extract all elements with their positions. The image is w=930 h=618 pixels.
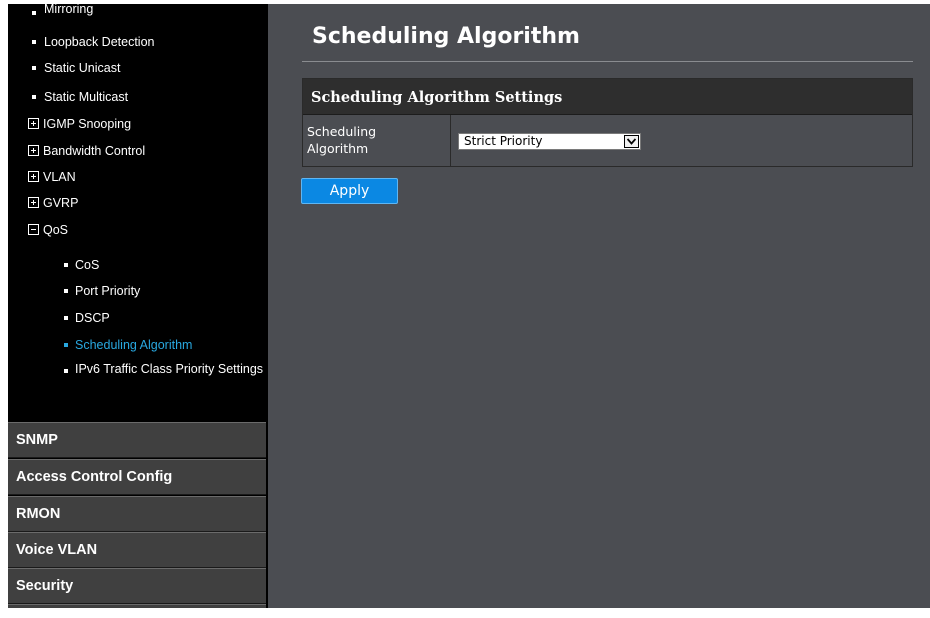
apply-button[interactable]: Apply: [301, 178, 398, 204]
field-label-cell: Scheduling Algorithm: [303, 115, 451, 166]
chevron-down-icon[interactable]: [624, 135, 639, 148]
bullet-icon: [64, 316, 68, 320]
scheduling-algorithm-select[interactable]: Strict Priority: [458, 133, 641, 150]
bullet-icon: [64, 263, 68, 267]
main-content: Scheduling Algorithm Scheduling Algorith…: [268, 4, 930, 608]
sidebar-tree: Mirroring Loopback Detection Static Unic…: [8, 4, 268, 422]
bullet-icon: [32, 95, 36, 99]
bullet-icon: [32, 11, 36, 15]
menu-snmp[interactable]: SNMP: [8, 422, 266, 458]
bullet-icon: [32, 66, 36, 70]
menu-security[interactable]: Security: [8, 568, 266, 604]
settings-row: Scheduling Algorithm Strict Priority: [303, 115, 912, 166]
expand-plus-icon[interactable]: [28, 145, 39, 156]
bullet-icon: [64, 343, 68, 347]
bullet-icon: [64, 289, 68, 293]
settings-panel: Scheduling Algorithm Settings Scheduling…: [302, 78, 913, 167]
sidebar: Mirroring Loopback Detection Static Unic…: [8, 4, 268, 608]
title-divider: [302, 61, 913, 62]
menu-next[interactable]: [8, 604, 266, 608]
field-label: Scheduling Algorithm: [307, 124, 377, 156]
expand-plus-icon[interactable]: [28, 197, 39, 208]
bullet-icon: [32, 40, 36, 44]
expand-plus-icon[interactable]: [28, 118, 39, 129]
settings-header: Scheduling Algorithm Settings: [303, 79, 912, 115]
menu-rmon[interactable]: RMON: [8, 496, 266, 532]
menu-voice-vlan[interactable]: Voice VLAN: [8, 532, 266, 568]
bullet-icon: [64, 369, 68, 373]
collapse-minus-icon[interactable]: [28, 224, 39, 235]
page-title: Scheduling Algorithm: [312, 24, 580, 49]
settings-header-title: Scheduling Algorithm Settings: [311, 89, 563, 106]
menu-access-control-config[interactable]: Access Control Config: [8, 459, 266, 495]
expand-plus-icon[interactable]: [28, 171, 39, 182]
app-frame: Mirroring Loopback Detection Static Unic…: [8, 4, 930, 608]
select-value: Strict Priority: [464, 134, 543, 148]
